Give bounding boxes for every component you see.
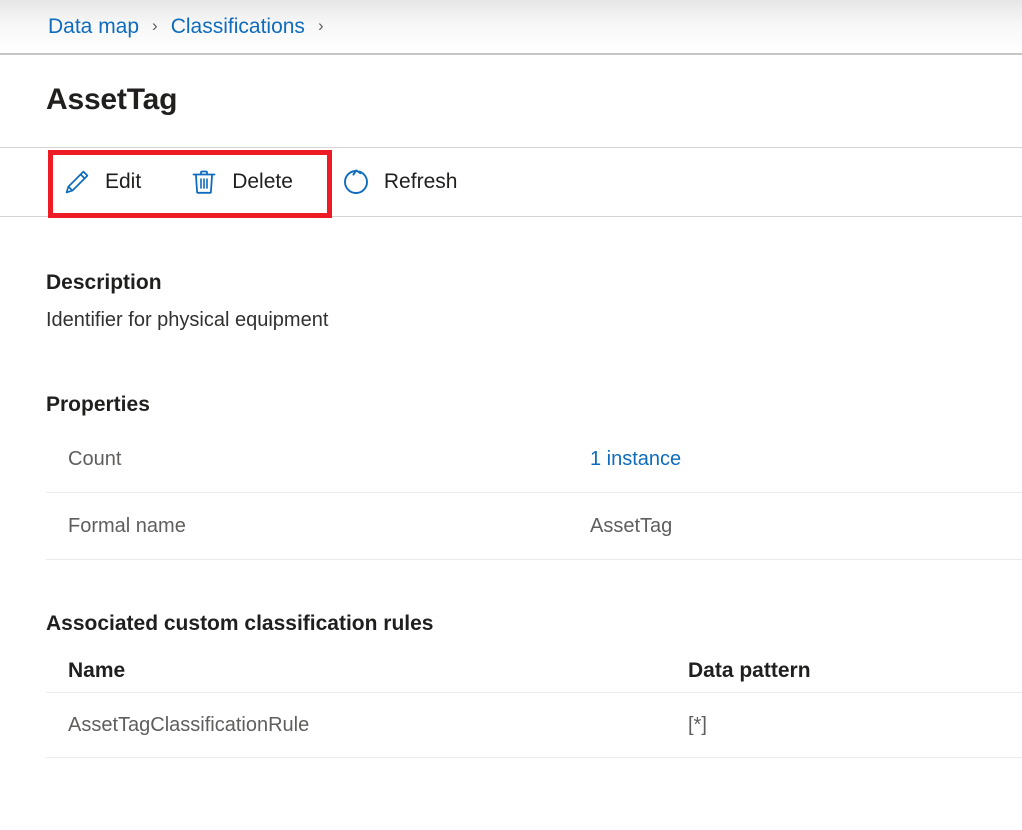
main-content: Description Identifier for physical equi… [0, 217, 1022, 758]
delete-button[interactable]: Delete [185, 161, 303, 203]
page-title: AssetTag [46, 80, 177, 120]
breadcrumb-item-classifications[interactable]: Classifications [171, 14, 305, 40]
refresh-button[interactable]: Refresh [337, 161, 468, 203]
rule-pattern-cell: [*] [688, 712, 968, 738]
chevron-right-icon-trailing: › [318, 13, 324, 39]
property-value-formal-name: AssetTag [590, 513, 672, 539]
column-header-data-pattern: Data pattern [688, 657, 968, 684]
property-label-count: Count [46, 446, 590, 472]
trash-icon [189, 167, 219, 197]
rules-heading: Associated custom classification rules [46, 610, 1022, 637]
breadcrumb: Data map › Classifications › [0, 0, 1022, 55]
rules-table-header: Name Data pattern [46, 648, 1022, 692]
command-bar: Edit Delete Refresh [0, 147, 1022, 217]
property-label-formal-name: Formal name [46, 513, 590, 539]
description-text: Identifier for physical equipment [46, 307, 1022, 334]
refresh-button-label: Refresh [384, 169, 458, 195]
refresh-icon [341, 167, 371, 197]
delete-button-label: Delete [232, 169, 293, 195]
edit-button[interactable]: Edit [58, 161, 151, 203]
description-heading: Description [46, 269, 1022, 296]
chevron-right-icon: › [152, 13, 158, 39]
table-row[interactable]: AssetTagClassificationRule [*] [46, 692, 1022, 758]
table-row: Count 1 instance [46, 426, 1022, 493]
rule-name-cell: AssetTagClassificationRule [46, 712, 688, 738]
pencil-icon [62, 167, 92, 197]
table-row: Formal name AssetTag [46, 493, 1022, 560]
property-value-count[interactable]: 1 instance [590, 446, 681, 472]
breadcrumb-item-data-map[interactable]: Data map [48, 14, 139, 40]
properties-heading: Properties [46, 391, 1022, 418]
edit-button-label: Edit [105, 169, 141, 195]
column-header-name: Name [46, 657, 688, 684]
